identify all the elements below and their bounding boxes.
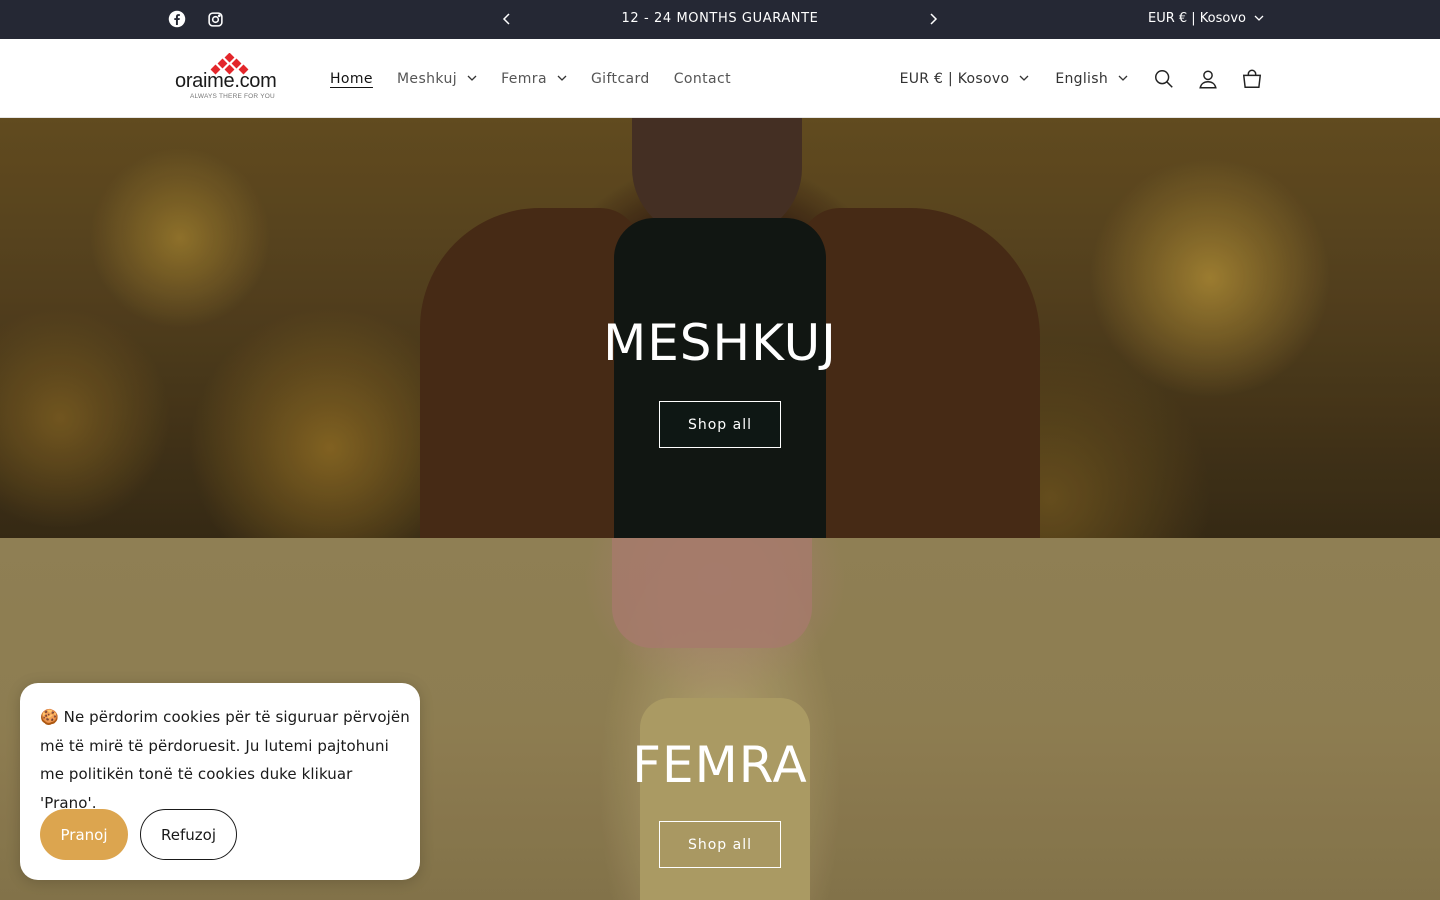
logo-tagline: ALWAYS THERE FOR YOU [190,93,275,100]
banner-men-title: MESHKUJ [603,314,837,372]
chevron-down-icon [1019,75,1029,81]
country-selector-top[interactable]: EUR € | Kosovo [1148,0,1264,37]
instagram-icon[interactable] [205,9,225,29]
site-header: oraime.com ALWAYS THERE FOR YOU Home Mes… [0,39,1440,118]
language-selector[interactable]: English [1055,71,1128,87]
account-icon[interactable] [1196,67,1220,91]
cookie-message: 🍪 Ne përdorim cookies për të siguruar pë… [40,708,410,812]
announcement-message: 12 - 24 MONTHS GUARANTE [621,11,819,26]
nav-femra-label: Femra [501,70,547,87]
logo-text: oraime.com [175,70,277,92]
chevron-left-icon[interactable] [498,10,516,28]
nav-femra[interactable]: Femra [501,71,567,87]
main-nav: Home Meshkuj Femra Giftcard Contact [330,39,755,118]
currency-selector-label: EUR € | Kosovo [899,70,1010,87]
language-selector-label: English [1055,70,1108,87]
women-shop-all-button[interactable]: Shop all [659,821,781,868]
search-icon[interactable] [1152,67,1176,91]
banner-men: MESHKUJ Shop all [0,118,1440,538]
nav-contact-label: Contact [673,70,732,87]
chevron-down-icon [1254,15,1264,21]
facebook-icon[interactable] [167,9,187,29]
men-shop-all-button[interactable]: Shop all [659,401,781,448]
chevron-down-icon [1118,75,1128,81]
nav-meshkuj[interactable]: Meshkuj [397,71,477,87]
header-actions: EUR € | Kosovo English [900,39,1264,118]
cookie-consent-popup: 🍪 Ne përdorim cookies për të siguruar pë… [20,683,420,880]
chevron-right-icon[interactable] [924,10,942,28]
nav-giftcard-label: Giftcard [590,70,650,87]
chevron-down-icon [467,75,477,81]
announcement-bar: 12 - 24 MONTHS GUARANTE EUR € | Kosovo [0,0,1440,39]
nav-meshkuj-label: Meshkuj [396,70,458,87]
cookie-accept-button[interactable]: Pranoj [40,809,128,860]
logo[interactable]: oraime.com ALWAYS THERE FOR YOU [173,53,291,103]
cookie-decline-button[interactable]: Refuzoj [140,809,237,860]
chevron-down-icon [557,75,567,81]
country-selector-label: EUR € | Kosovo [1147,11,1246,26]
currency-selector[interactable]: EUR € | Kosovo [900,71,1030,87]
nav-home[interactable]: Home [330,71,373,87]
nav-contact[interactable]: Contact [674,71,731,87]
nav-giftcard[interactable]: Giftcard [591,71,650,87]
cart-icon[interactable] [1240,67,1264,91]
nav-home-label: Home [330,70,373,87]
